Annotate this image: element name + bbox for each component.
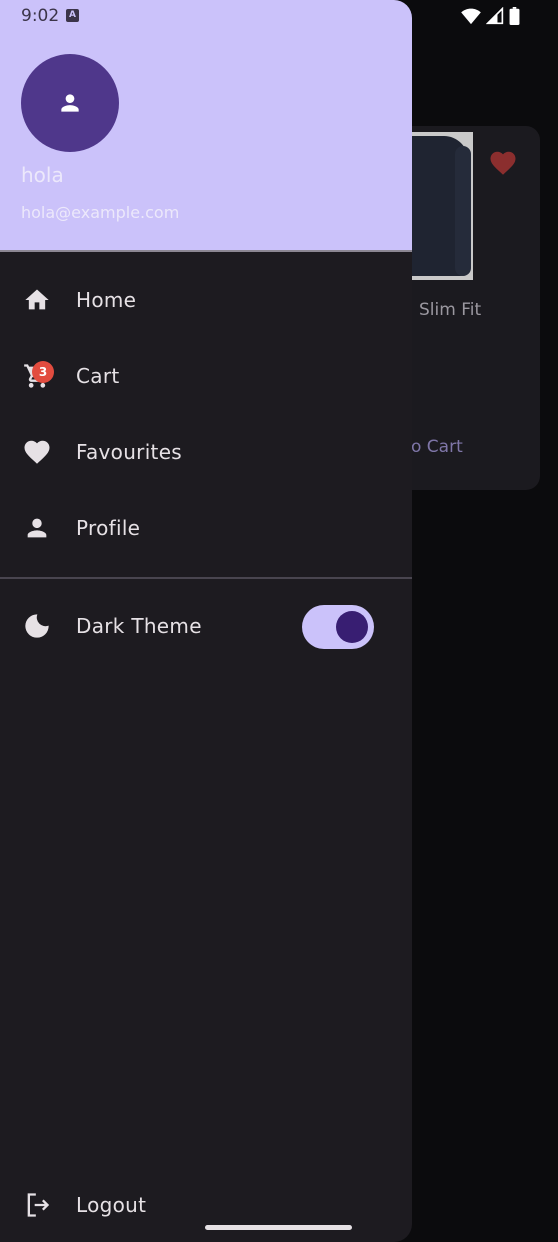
drawer-item-label: Home [76,288,137,312]
notification-a-icon: A [66,9,79,22]
avatar[interactable] [21,54,119,152]
user-email: hola@example.com [21,203,180,222]
user-name: hola [21,163,64,187]
dark-theme-label: Dark Theme [76,614,202,638]
person-icon [22,513,52,543]
signal-icon [486,7,504,25]
drawer-item-label: Favourites [76,440,183,464]
status-icons [461,7,520,25]
home-indicator[interactable] [205,1225,352,1230]
add-to-cart-button[interactable]: o Cart [411,437,463,457]
drawer-item-label: Profile [76,516,141,540]
drawer-item-home[interactable]: Home [0,270,412,330]
drawer-item-profile[interactable]: Profile [0,498,412,558]
status-time: 9:02 [21,6,60,26]
header-divider [0,250,412,252]
moon-icon [22,611,52,641]
person-icon [61,94,79,112]
home-icon [22,285,52,315]
section-divider [0,577,412,579]
product-title: Slim Fit [419,300,482,320]
navigation-drawer: hola hola@example.com Home Cart 3 Favour… [0,0,412,1242]
drawer-header: hola hola@example.com [0,0,412,250]
battery-icon [509,7,520,25]
wifi-icon [461,8,481,25]
dark-theme-switch[interactable] [302,605,374,649]
favourite-heart-icon[interactable] [486,148,520,178]
drawer-item-favourites[interactable]: Favourites [0,422,412,482]
drawer-item-cart[interactable]: Cart [0,346,412,406]
cart-count-badge: 3 [32,361,54,383]
switch-thumb[interactable] [336,611,368,643]
product-image [410,132,473,280]
logout-icon [22,1190,52,1220]
logout-label: Logout [76,1193,147,1217]
heart-icon [22,437,52,467]
drawer-item-label: Cart [76,364,120,388]
